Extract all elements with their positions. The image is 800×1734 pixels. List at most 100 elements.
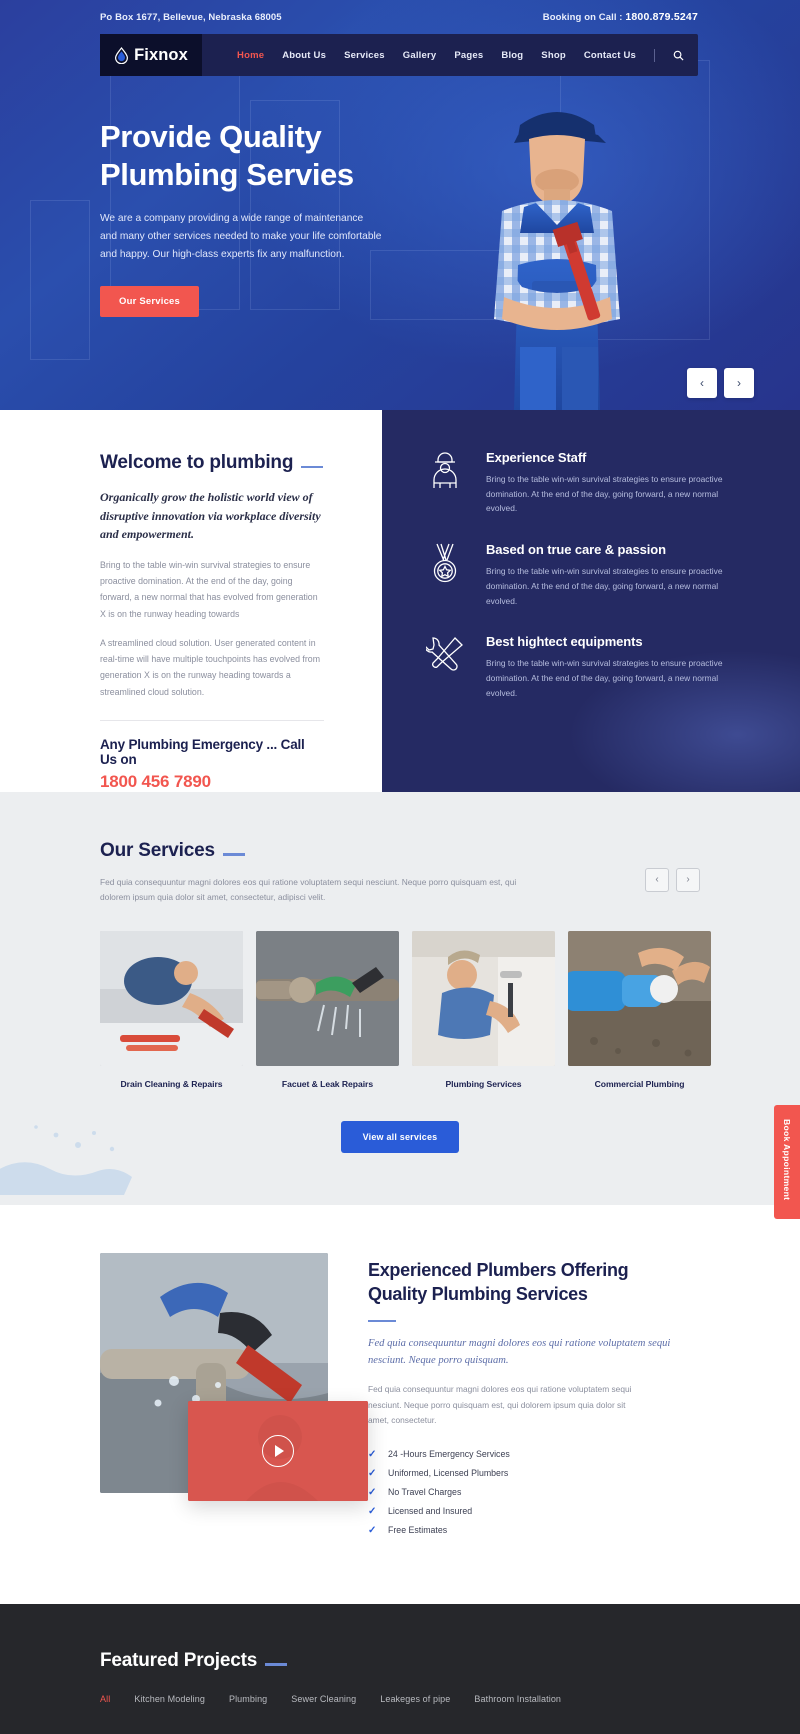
service-card[interactable]: Facuet & Leak Repairs	[256, 931, 399, 1089]
landing-page: Po Box 1677, Bellevue, Nebraska 68005 Bo…	[0, 0, 800, 1734]
list-item: ✓ Uniformed, Licensed Plumbers	[368, 1468, 700, 1479]
view-all-services-button[interactable]: View all services	[340, 1121, 460, 1153]
service-caption: Commercial Plumbing	[594, 1079, 685, 1089]
features-column: Experience Staff Bring to the table win-…	[382, 410, 800, 792]
nav-links: Home About Us Services Gallery Pages Blo…	[202, 34, 698, 76]
checklist-label: Uniformed, Licensed Plumbers	[388, 1468, 509, 1479]
page-title: Welcome to plumbing	[100, 452, 294, 473]
list-item: ✓ Free Estimates	[368, 1525, 700, 1536]
experienced-heading-line1: Experienced Plumbers Offering	[368, 1260, 629, 1280]
nav-item-about-us[interactable]: About Us	[282, 50, 326, 61]
experienced-heading: Experienced Plumbers Offering Quality Pl…	[368, 1259, 700, 1307]
worker-helmet-icon	[424, 450, 466, 516]
topbar-booking: Booking on Call : 1800.879.5247	[543, 11, 698, 23]
service-image	[100, 931, 243, 1066]
chevron-left-icon[interactable]: ‹	[687, 368, 717, 398]
navbar: Fixnox Home About Us Services Gallery Pa…	[100, 34, 698, 76]
experienced-text: Experienced Plumbers Offering Quality Pl…	[368, 1253, 700, 1544]
topbar: Po Box 1677, Bellevue, Nebraska 68005 Bo…	[0, 0, 800, 34]
service-card[interactable]: Drain Cleaning & Repairs	[100, 931, 243, 1089]
filter-leakeges-of-pipe[interactable]: Leakeges of pipe	[380, 1694, 450, 1704]
service-image	[256, 931, 399, 1066]
feature-description: Bring to the table win-win survival stra…	[486, 566, 723, 606]
check-icon: ✓	[368, 1486, 377, 1498]
service-image	[412, 931, 555, 1066]
check-icon: ✓	[368, 1448, 377, 1460]
experienced-media	[100, 1253, 368, 1544]
nav-item-contact-us[interactable]: Contact Us	[584, 50, 636, 61]
featured-projects-section: Featured Projects All Kitchen Modeling P…	[0, 1603, 800, 1734]
service-caption: Drain Cleaning & Repairs	[120, 1079, 223, 1089]
nav-item-blog[interactable]: Blog	[501, 50, 523, 61]
nav-item-services[interactable]: Services	[344, 50, 385, 61]
our-services-button[interactable]: Our Services	[100, 285, 200, 317]
experienced-checklist: ✓ 24 -Hours Emergency Services ✓ Uniform…	[368, 1449, 700, 1536]
nav-item-shop[interactable]: Shop	[541, 50, 566, 61]
nav-item-home[interactable]: Home	[237, 50, 264, 61]
filter-sewer-cleaning[interactable]: Sewer Cleaning	[291, 1694, 356, 1704]
hero-content: Provide Quality Plumbing Servies We are …	[0, 76, 420, 317]
feature-text: Based on true care & passion Bring to th…	[486, 542, 731, 608]
welcome-paragraph-1: Bring to the table win-win survival stra…	[100, 559, 318, 619]
experienced-paragraph: Fed quia consequuntur magni dolores eos …	[368, 1384, 632, 1426]
divider	[100, 719, 324, 721]
hero-title-line2: Plumbing Servies	[100, 157, 354, 193]
nav-item-gallery[interactable]: Gallery	[403, 50, 437, 61]
book-appointment-label: Book Appointment	[782, 1119, 792, 1201]
wrench-screwdriver-icon	[424, 634, 466, 700]
chevron-left-icon[interactable]: ‹	[645, 867, 669, 892]
checklist-label: Free Estimates	[388, 1525, 448, 1536]
experienced-heading-line2: Quality Plumbing Services	[368, 1283, 588, 1304]
filter-bathroom-installation[interactable]: Bathroom Installation	[474, 1694, 561, 1704]
title-dash	[222, 853, 245, 856]
feature-text: Best hightect equipments Bring to the ta…	[486, 634, 731, 700]
services-header: Our Services Fed quia consequuntur magni…	[100, 840, 700, 906]
video-preview-card[interactable]	[188, 1401, 368, 1501]
logo[interactable]: Fixnox	[100, 34, 202, 76]
feature-item: Best hightect equipments Bring to the ta…	[424, 634, 764, 700]
services-card-list: Drain Cleaning & Repairs Facuet & Leak R…	[100, 931, 711, 1089]
service-card[interactable]: Commercial Plumbing	[568, 931, 711, 1089]
projects-title-row: Featured Projects	[100, 1650, 700, 1672]
checklist-label: Licensed and Insured	[388, 1506, 473, 1517]
play-icon[interactable]	[262, 1435, 294, 1467]
heading-dash	[368, 1319, 396, 1323]
filter-kitchen-modeling[interactable]: Kitchen Modeling	[134, 1694, 205, 1704]
hero-slider-controls: ‹ ›	[687, 368, 754, 398]
welcome-lead: Organically grow the holistic world view…	[100, 490, 321, 542]
hero-section: Po Box 1677, Bellevue, Nebraska 68005 Bo…	[0, 0, 800, 410]
services-slider-controls: ‹ ›	[645, 867, 700, 892]
feature-description: Bring to the table win-win survival stra…	[486, 658, 723, 698]
search-icon[interactable]	[673, 50, 684, 61]
book-appointment-tab[interactable]: Book Appointment	[774, 1105, 800, 1220]
experienced-italic-text: Fed quia consequuntur magni dolores eos …	[368, 1338, 671, 1367]
welcome-column: Welcome to plumbing Organically grow the…	[0, 410, 382, 792]
topbar-address: Po Box 1677, Bellevue, Nebraska 68005	[100, 11, 282, 23]
check-icon: ✓	[368, 1467, 377, 1479]
services-heading-block: Our Services Fed quia consequuntur magni…	[100, 840, 530, 906]
feature-title: Based on true care & passion	[486, 542, 666, 558]
service-caption: Facuet & Leak Repairs	[281, 1079, 374, 1089]
service-card[interactable]: Plumbing Services	[412, 931, 555, 1089]
list-item: ✓ No Travel Charges	[368, 1487, 700, 1498]
service-caption: Plumbing Services	[445, 1079, 522, 1089]
emergency-phone[interactable]: 1800 456 7890	[100, 772, 324, 792]
filter-all[interactable]: All	[100, 1694, 110, 1704]
hero-plumber-photo	[432, 85, 682, 410]
filter-plumbing[interactable]: Plumbing	[229, 1694, 267, 1704]
feature-title: Best hightect equipments	[486, 634, 643, 650]
welcome-features-section: Welcome to plumbing Organically grow the…	[0, 410, 800, 792]
emergency-title: Any Plumbing Emergency ... Call Us on	[100, 736, 305, 767]
chevron-right-icon[interactable]: ›	[724, 368, 754, 398]
services-container: Our Services Fed quia consequuntur magni…	[100, 840, 711, 1153]
checklist-label: No Travel Charges	[388, 1487, 462, 1498]
booking-phone[interactable]: 1800.879.5247	[625, 11, 698, 23]
chevron-right-icon[interactable]: ›	[676, 867, 700, 892]
services-title-row: Our Services	[100, 840, 530, 862]
feature-title: Experience Staff	[486, 450, 587, 465]
nav-item-pages[interactable]: Pages	[454, 50, 483, 61]
water-drop-icon	[114, 46, 129, 64]
nav-divider	[654, 48, 655, 62]
experienced-container: Experienced Plumbers Offering Quality Pl…	[100, 1253, 700, 1544]
title-dash	[265, 1663, 288, 1666]
